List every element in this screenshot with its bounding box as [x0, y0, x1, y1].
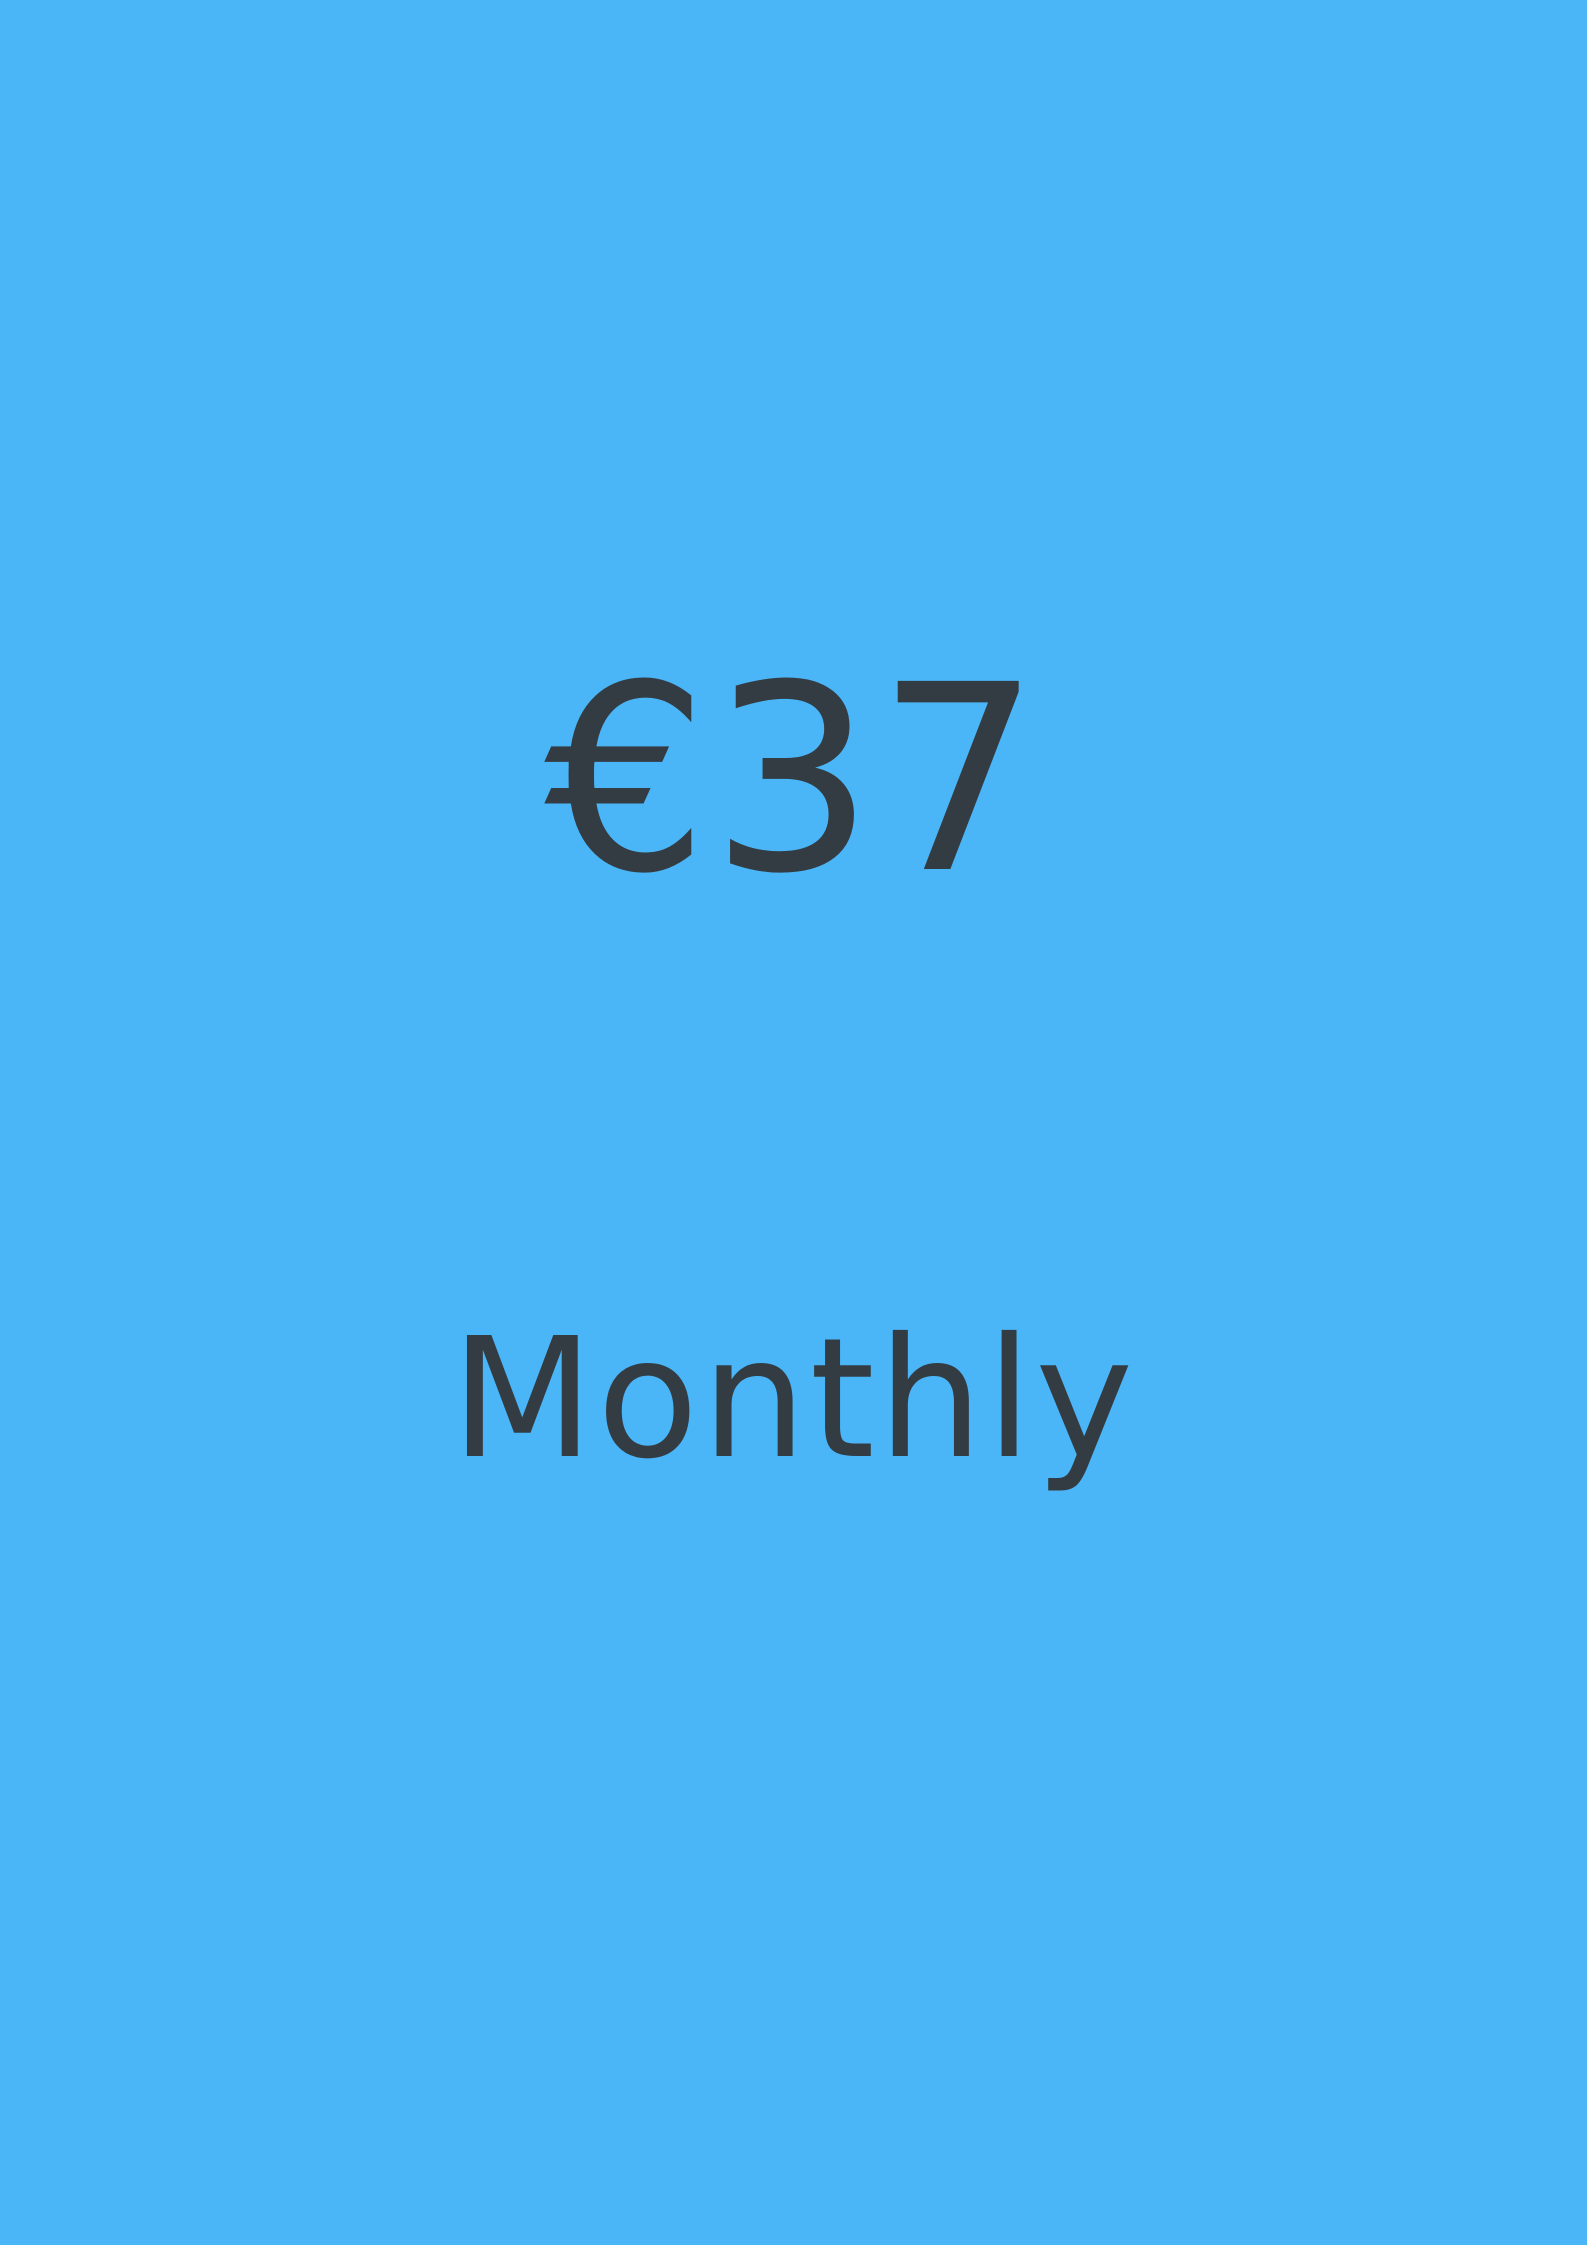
- pricing-card: { "card": { "background_color": "#4ab6f8…: [0, 0, 1587, 2245]
- billing-period-label: Monthly: [450, 1303, 1137, 1496]
- price-label: €37: [544, 630, 1043, 930]
